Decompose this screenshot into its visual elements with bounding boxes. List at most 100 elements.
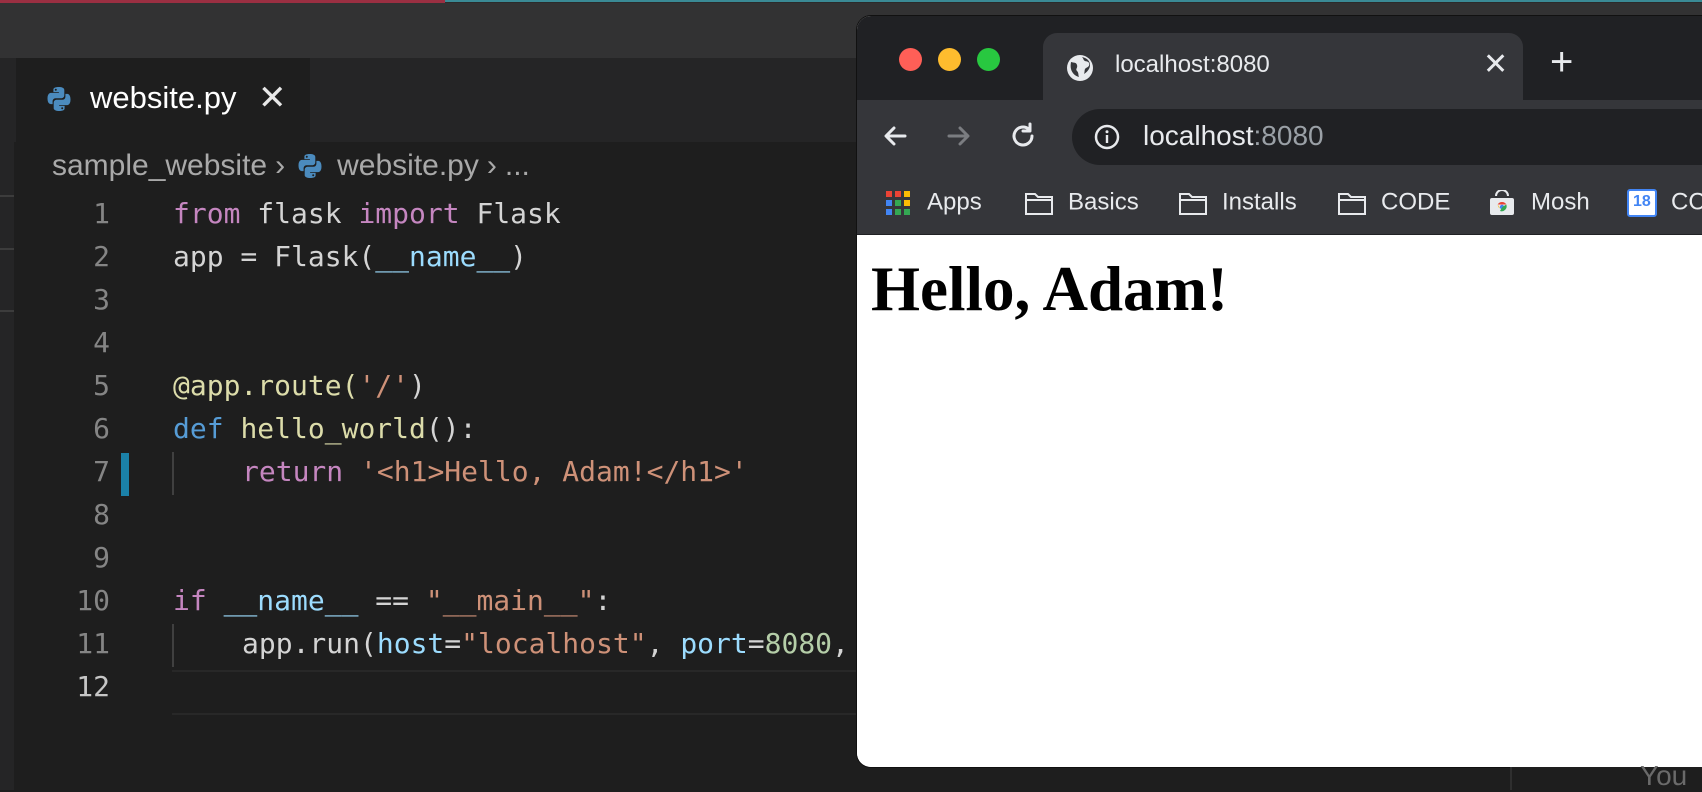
browser-tab-strip: localhost:8080 ✕ + — [857, 16, 1702, 100]
code-token: flask — [240, 197, 359, 230]
code-line: 4 — [0, 321, 860, 364]
new-tab-button[interactable]: + — [1550, 42, 1573, 82]
apps-grid-icon — [886, 190, 910, 215]
calendar-icon: 18 — [1627, 188, 1657, 217]
bookmark-cc[interactable]: 18 CC — [1627, 188, 1702, 218]
breadcrumb: sample_website › website.py ›... — [52, 148, 530, 183]
bookmark-apps[interactable]: Apps — [883, 188, 982, 218]
info-icon[interactable] — [1094, 124, 1120, 150]
code-line: 10 if __name__ == "__main__": — [0, 579, 860, 622]
bookmark-label: Apps — [927, 188, 982, 216]
code-line: 1 from flask import Flask — [0, 192, 860, 235]
python-icon — [47, 87, 71, 111]
code-line: 2 app = Flask(__name__) — [0, 235, 860, 278]
window-close-button[interactable] — [899, 48, 922, 71]
code-line: 3 — [0, 278, 860, 321]
browser-tab-close-icon[interactable]: ✕ — [1483, 47, 1508, 82]
folder-icon — [1179, 192, 1207, 215]
code-token: "__main__" — [425, 584, 595, 617]
code-line: 6 def hello_world(): — [0, 407, 860, 450]
code-token: = — [747, 627, 765, 660]
globe-icon — [1067, 55, 1093, 81]
code-token: : — [594, 584, 612, 617]
modified-line-marker[interactable] — [121, 453, 129, 496]
line-number: 6 — [93, 412, 110, 445]
browser-tab[interactable]: localhost:8080 ✕ — [1043, 33, 1523, 100]
browser-tab-title: localhost:8080 — [1115, 51, 1270, 78]
code-line: 8 — [0, 493, 860, 536]
code-token: '/' — [358, 369, 410, 402]
line-number: 10 — [76, 584, 110, 617]
code-token: return — [242, 455, 344, 488]
editor-tab-website-py[interactable]: website.py ✕ — [16, 58, 310, 142]
code-line: 5 @app.route('/') — [0, 364, 860, 407]
bookmarks-bar: Apps Basics Installs CODE Mosh 18 CC — [857, 172, 1702, 235]
line-number: 11 — [76, 627, 110, 660]
code-token: ) — [409, 369, 426, 402]
bookmark-label: Mosh — [1531, 188, 1590, 216]
breadcrumb-separator: › — [486, 149, 497, 183]
code-line: 9 — [0, 536, 860, 579]
code-token: = — [444, 627, 462, 660]
bookmark-code[interactable]: CODE — [1337, 188, 1450, 218]
breadcrumb-folder[interactable]: sample_website — [52, 149, 267, 182]
line-number: 2 — [93, 240, 110, 273]
code-token: host — [376, 627, 445, 660]
line-number: 5 — [93, 369, 110, 402]
code-token: '<h1>Hello, Adam!</h1>' — [360, 455, 748, 488]
code-token: "localhost" — [461, 627, 647, 660]
bookmark-mosh[interactable]: Mosh — [1487, 188, 1590, 218]
bookmark-installs[interactable]: Installs — [1178, 188, 1297, 218]
code-token: , — [646, 627, 681, 660]
indent-guide — [172, 452, 174, 495]
line-number: 3 — [93, 283, 110, 316]
code-token: __name__ — [375, 240, 511, 273]
bookmark-label: Basics — [1068, 188, 1139, 216]
url-host: localhost — [1143, 120, 1254, 151]
code-line: 7 return '<h1>Hello, Adam!</h1>' — [0, 450, 860, 493]
bookmark-label: Installs — [1222, 188, 1297, 216]
code-token: (): — [425, 412, 477, 445]
bookmark-label: CODE — [1381, 188, 1451, 216]
line-number: 8 — [93, 498, 110, 531]
code-token: port — [680, 627, 748, 660]
browser-window: localhost:8080 ✕ + localhost:8080 Apps B… — [857, 16, 1702, 767]
url-port: :8080 — [1253, 120, 1324, 151]
folder-icon — [1338, 192, 1366, 215]
bookmark-basics[interactable]: Basics — [1024, 188, 1139, 218]
tab-close-icon[interactable]: ✕ — [258, 78, 287, 118]
code-token: app = Flask( — [173, 240, 376, 273]
breadcrumb-more[interactable]: ... — [505, 149, 530, 182]
address-bar[interactable]: localhost:8080 — [1072, 109, 1702, 165]
line-number: 4 — [93, 326, 110, 359]
line-number: 12 — [76, 670, 110, 703]
tab-filename: website.py — [90, 80, 237, 115]
code-line: 11 app.run(host="localhost", port=8080, — [0, 622, 860, 665]
accent-cyan — [445, 0, 1702, 2]
reload-icon[interactable] — [1005, 118, 1041, 154]
code-token: app.run( — [242, 627, 377, 660]
folder-icon — [1025, 192, 1053, 215]
code-token: __name__ — [223, 584, 359, 617]
address-url: localhost:8080 — [1143, 120, 1324, 152]
page-heading: Hello, Adam! — [871, 254, 1228, 324]
python-icon — [298, 154, 322, 179]
code-token: hello_world — [240, 412, 426, 445]
window-minimize-button[interactable] — [938, 48, 961, 71]
code-token: Flask — [459, 197, 561, 230]
code-token: def — [173, 412, 224, 445]
forward-arrow-icon[interactable] — [941, 118, 977, 154]
code-token: , — [832, 627, 849, 660]
code-token: ) — [510, 240, 528, 273]
calendar-day: 18 — [1633, 192, 1651, 210]
line-number: 1 — [93, 197, 110, 230]
current-line-highlight — [172, 670, 874, 715]
code-editor[interactable]: 1 from flask import Flask 2 app = Flask(__… — [0, 192, 860, 712]
code-token: @app.route( — [173, 369, 359, 402]
back-arrow-icon[interactable] — [877, 118, 913, 154]
window-maximize-button[interactable] — [977, 48, 1000, 71]
breadcrumb-file[interactable]: website.py — [337, 149, 479, 182]
